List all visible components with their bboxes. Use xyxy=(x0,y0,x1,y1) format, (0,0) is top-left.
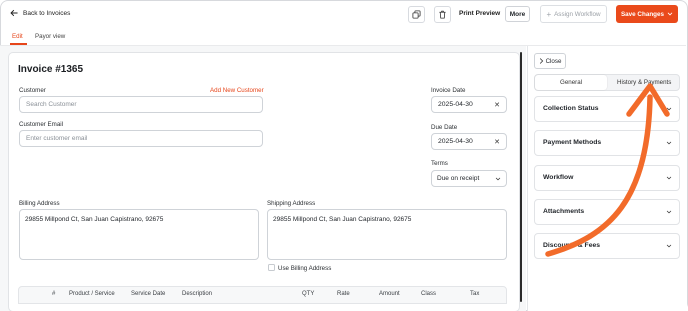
section-label: Workflow xyxy=(543,174,574,181)
chevron-down-icon xyxy=(666,176,672,180)
customer-email-field[interactable]: Enter customer email xyxy=(19,130,263,147)
close-panel-button[interactable]: Close xyxy=(534,53,566,69)
terms-label: Terms xyxy=(431,160,448,167)
column-header: Class xyxy=(421,291,437,297)
shipping-address-field[interactable]: 29855 Millpond Ct, San Juan Capistrano, … xyxy=(267,209,507,260)
use-billing-address-checkbox[interactable] xyxy=(268,264,275,271)
more-button[interactable]: More xyxy=(505,6,530,22)
chevron-down-icon xyxy=(495,177,501,180)
column-header: Rate xyxy=(337,291,350,297)
section-label: Collection Status xyxy=(543,105,599,112)
column-header: Product / Service xyxy=(69,291,115,297)
due-date-value: 2025-04-30 xyxy=(438,138,473,145)
trash-icon xyxy=(439,10,446,19)
back-label: Back to Invoices xyxy=(23,9,71,17)
section-payment-methods[interactable]: Payment Methods xyxy=(534,130,680,156)
invoice-date-value: 2025-04-30 xyxy=(438,101,473,108)
section-label: Discounts & Fees xyxy=(543,242,601,249)
chevron-right-icon xyxy=(539,58,543,64)
chevron-down-icon xyxy=(666,244,672,248)
close-label: Close xyxy=(545,57,562,65)
scrollbar[interactable] xyxy=(520,52,522,302)
delete-button[interactable] xyxy=(434,6,451,23)
terms-value: Due on receipt xyxy=(437,175,480,182)
section-label: Payment Methods xyxy=(543,139,602,146)
search-customer-input[interactable]: Search Customer xyxy=(19,96,263,113)
chevron-down-icon xyxy=(666,210,672,214)
chevron-down-icon xyxy=(666,107,672,111)
section-discounts-fees[interactable]: Discounts & Fees xyxy=(534,233,680,259)
print-preview-button[interactable]: Print Preview xyxy=(459,10,500,17)
add-new-customer-link[interactable]: Add New Customer xyxy=(210,87,264,94)
invoice-date-field[interactable]: 2025-04-30 ✕ xyxy=(431,96,507,113)
billing-address-label: Billing Address xyxy=(19,200,60,207)
chevron-down-icon xyxy=(666,141,672,145)
assign-workflow-label: Assign Workflow xyxy=(554,10,601,18)
save-changes-label: Save Changes xyxy=(620,10,665,18)
shipping-address-label: Shipping Address xyxy=(267,200,316,207)
column-header: # xyxy=(52,291,56,297)
assign-workflow-button[interactable]: + Assign Workflow xyxy=(540,5,607,23)
section-collection-status[interactable]: Collection Status xyxy=(534,96,680,122)
invoice-title: Invoice #1365 xyxy=(18,64,84,75)
duplicate-button[interactable] xyxy=(408,6,425,23)
terms-select[interactable]: Due on receipt xyxy=(431,170,507,187)
close-icon[interactable]: ✕ xyxy=(494,101,500,109)
due-date-label: Due Date xyxy=(431,124,458,131)
column-header: Amount xyxy=(379,291,400,297)
use-billing-address-label: Use Billing Address xyxy=(278,265,332,272)
column-header: Service Date xyxy=(131,291,166,297)
customer-email-label: Customer Email xyxy=(19,121,64,128)
tab-payor-view[interactable]: Payor view xyxy=(35,33,65,40)
back-to-invoices-link[interactable]: Back to Invoices xyxy=(10,9,70,17)
tab-edit[interactable]: Edit xyxy=(12,33,23,40)
customer-label: Customer xyxy=(19,87,46,94)
due-date-field[interactable]: 2025-04-30 ✕ xyxy=(431,133,507,150)
section-workflow[interactable]: Workflow xyxy=(534,165,680,191)
copy-icon xyxy=(412,10,421,19)
plus-icon: + xyxy=(546,9,552,19)
save-changes-button[interactable]: Save Changes xyxy=(616,5,678,23)
arrow-left-icon xyxy=(10,9,18,17)
section-label: Attachments xyxy=(543,208,585,215)
close-icon[interactable]: ✕ xyxy=(494,138,500,146)
section-attachments[interactable]: Attachments xyxy=(534,199,680,225)
column-header: Description xyxy=(182,291,213,297)
tab-general[interactable]: General xyxy=(560,79,582,86)
column-header: QTY xyxy=(302,291,315,297)
chevron-down-icon xyxy=(667,12,673,16)
invoice-date-label: Invoice Date xyxy=(431,87,466,94)
column-header: Tax xyxy=(470,291,480,297)
billing-address-field[interactable]: 29855 Millpond Ct, San Juan Capistrano, … xyxy=(19,209,259,260)
tab-history-payments[interactable]: History & Payments xyxy=(617,79,671,86)
